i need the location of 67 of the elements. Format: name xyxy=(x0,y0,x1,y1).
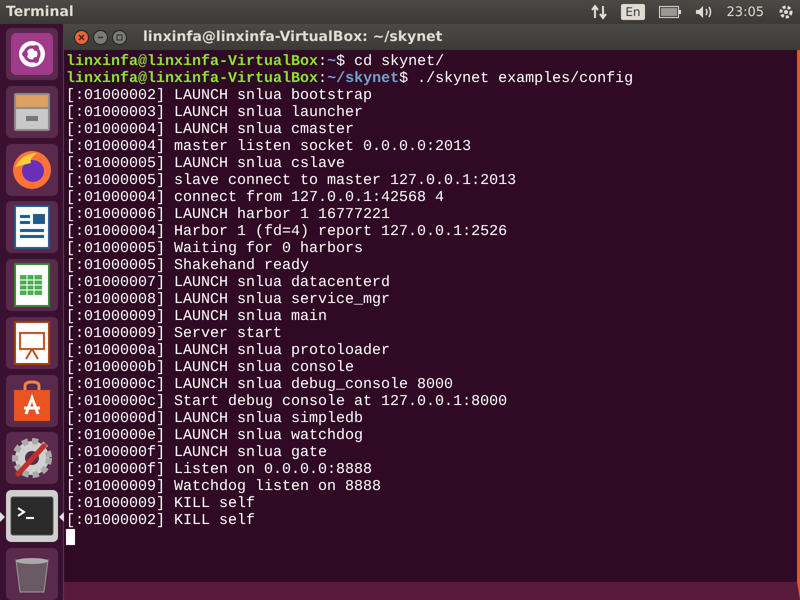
launcher-item[interactable] xyxy=(6,374,58,427)
output-line: [:01000004] connect from 127.0.0.1:42568 4 xyxy=(66,189,446,206)
output-line: [:01000005] slave connect to master 127.0.0.1:2013 xyxy=(66,172,518,189)
keyboard-layout-indicator[interactable]: En xyxy=(621,4,645,20)
power-gear-icon[interactable] xyxy=(778,4,794,20)
app-title: Terminal xyxy=(6,4,75,20)
output-line: [:0100000d] LAUNCH snlua simpledb xyxy=(66,410,364,427)
output-line: [:01000009] Watchdog listen on 8888 xyxy=(66,478,382,495)
output-line: [:01000004] Harbor 1 (fd=4) report 127.0.0.1:2526 xyxy=(66,223,508,240)
command-text: $ cd skynet/ xyxy=(336,53,444,70)
shopping-bag-icon xyxy=(12,380,52,422)
file-cabinet-icon xyxy=(12,91,52,134)
prompt-separator: : xyxy=(318,70,328,87)
output-line: [:01000009] Server start xyxy=(66,325,284,342)
prompt-path: ~ xyxy=(327,53,336,70)
command-text: $ ./skynet examples/config xyxy=(399,70,634,87)
window-title: linxinfa@linxinfa-VirtualBox: ~/skynet xyxy=(143,29,442,45)
terminal-icon xyxy=(10,496,54,536)
document-icon xyxy=(14,205,50,250)
output-line: [:0100000a] LAUNCH snlua protoloader xyxy=(66,342,392,359)
output-line: [:01000005] Waiting for 0 harbors xyxy=(66,240,364,257)
volume-icon[interactable] xyxy=(694,5,713,19)
output-line: [:01000003] LAUNCH snlua launcher xyxy=(66,104,364,121)
output-line: [:01000004] master listen socket 0.0.0.0:2013 xyxy=(66,138,472,155)
output-line: [:0100000c] LAUNCH snlua debug_console 8000 xyxy=(66,376,454,393)
close-button[interactable] xyxy=(74,30,89,44)
output-line: [:0100000f] LAUNCH snlua gate xyxy=(66,444,328,461)
prompt-path: ~/skynet xyxy=(327,70,400,87)
output-line: [:0100000e] LAUNCH snlua watchdog xyxy=(66,427,364,444)
output-line: [:01000009] LAUNCH snlua main xyxy=(66,308,328,325)
spreadsheet-icon xyxy=(14,263,50,308)
presentation-icon xyxy=(14,320,50,365)
output-line: [:01000008] LAUNCH snlua service_mgr xyxy=(66,291,392,308)
output-line: [:0100000c] Start debug console at 127.0.0.1:8000 xyxy=(66,393,508,410)
output-line: [:0100000f] Listen on 0.0.0.0:8888 xyxy=(66,461,374,478)
output-line: [:01000007] LAUNCH snlua datacenterd xyxy=(66,274,392,291)
minimize-button[interactable] xyxy=(93,30,108,44)
maximize-icon xyxy=(116,34,123,40)
battery-icon[interactable] xyxy=(658,6,681,18)
launcher-item[interactable] xyxy=(6,432,58,484)
output-line: [:01000002] KILL self xyxy=(66,512,256,529)
prompt-separator: : xyxy=(318,53,328,70)
launcher-item[interactable] xyxy=(6,490,58,542)
launcher-item[interactable] xyxy=(6,28,58,80)
launcher-item[interactable] xyxy=(6,86,58,138)
network-arrows-icon[interactable] xyxy=(591,4,608,20)
gear-wrench-icon xyxy=(10,436,54,480)
launcher-item[interactable] xyxy=(6,144,58,196)
output-line: [:0100000b] LAUNCH snlua console xyxy=(66,359,356,376)
output-line: [:01000009] KILL self xyxy=(66,495,256,512)
launcher-item[interactable] xyxy=(6,259,58,312)
output-line: [:01000004] LAUNCH snlua cmaster xyxy=(66,121,356,138)
browser-globe-icon xyxy=(10,148,52,191)
prompt-user-host: linxinfa@linxinfa-VirtualBox xyxy=(66,70,318,87)
text-cursor xyxy=(66,529,75,545)
output-line: [:01000006] LAUNCH harbor 1 16777221 xyxy=(66,206,392,223)
output-line: [:01000002] LAUNCH snlua bootstrap xyxy=(66,87,374,104)
circle-of-friends-icon xyxy=(10,33,52,76)
clock[interactable]: 23:05 xyxy=(726,4,764,20)
launcher-item[interactable] xyxy=(6,316,58,369)
maximize-button[interactable] xyxy=(112,30,127,44)
close-icon xyxy=(78,34,85,40)
launcher-item[interactable] xyxy=(6,548,58,600)
output-line: [:01000005] LAUNCH snlua cslave xyxy=(66,155,346,172)
prompt-user-host: linxinfa@linxinfa-VirtualBox xyxy=(66,53,318,70)
launcher-item[interactable] xyxy=(6,201,58,254)
output-line: [:01000005] Shakehand ready xyxy=(66,257,310,274)
